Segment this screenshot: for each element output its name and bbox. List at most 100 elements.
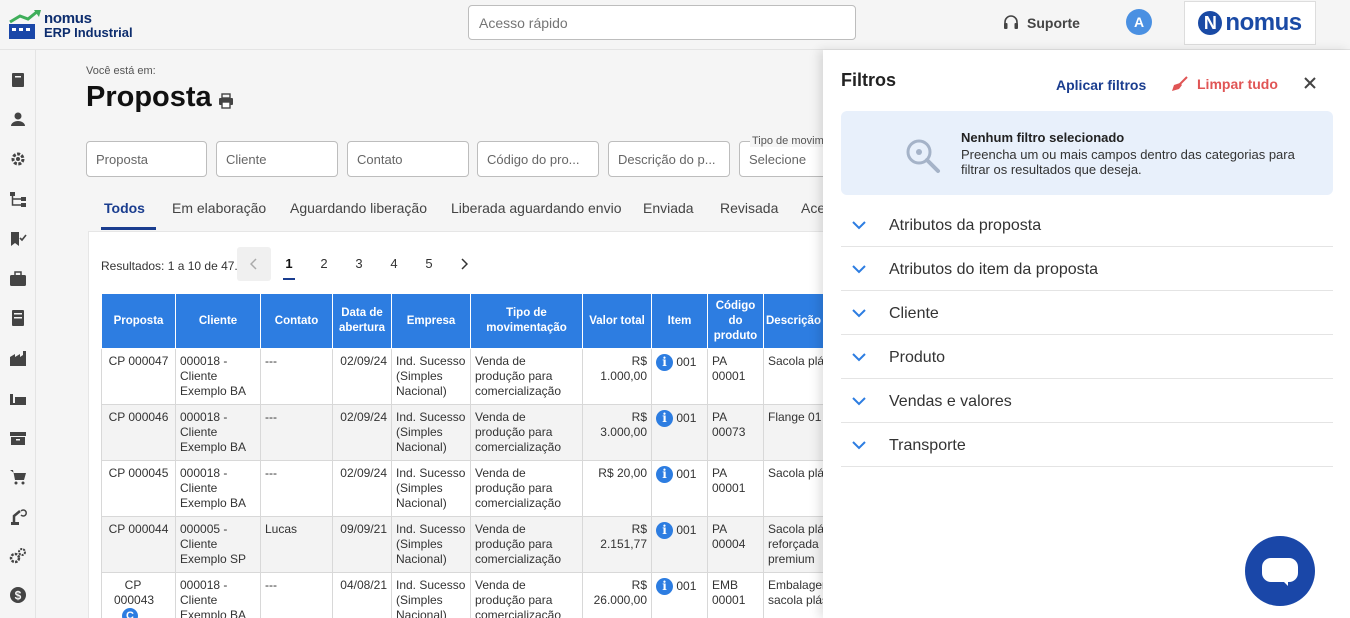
map-check-icon[interactable]	[9, 230, 27, 248]
cell-contato: ---	[260, 348, 333, 405]
main-content: Você está em: Proposta Proposta Cliente …	[49, 50, 868, 618]
clear-all-button[interactable]: Limpar tudo	[1171, 76, 1278, 92]
page-4-button[interactable]: 4	[377, 247, 411, 281]
col-header-cliente[interactable]: Cliente	[175, 293, 261, 349]
cell-contato: ---	[260, 572, 333, 618]
tab-aguardando-liberacao[interactable]: Aguardando liberação	[290, 200, 427, 216]
filter-category-atributos-proposta[interactable]: Atributos da proposta	[841, 203, 1333, 247]
cell-proposta[interactable]: CP 000045	[101, 460, 176, 517]
cell-cliente: 000018 - Cliente Exemplo BA	[175, 572, 261, 618]
cell-proposta[interactable]: CP 000047	[101, 348, 176, 405]
briefcase-icon[interactable]	[9, 270, 27, 288]
tab-enviada[interactable]: Enviada	[643, 200, 694, 216]
table-header-row: Proposta Cliente Contato Data de abertur…	[101, 293, 862, 349]
col-header-valor-total[interactable]: Valor total	[582, 293, 652, 349]
page-2-button[interactable]: 2	[307, 247, 341, 281]
cell-item-number: 001	[676, 411, 697, 425]
table-row[interactable]: CP 000046 000018 - Cliente Exemplo BA --…	[101, 404, 862, 461]
quick-access-input[interactable]	[479, 15, 845, 31]
apply-filters-button[interactable]: Aplicar filtros	[1056, 77, 1146, 93]
cell-codigo: PA 00004	[707, 516, 764, 573]
cell-data: 02/09/24	[332, 460, 392, 517]
brand-wordmark: nomus	[1225, 9, 1302, 36]
next-page-button[interactable]	[447, 247, 481, 281]
robot-arm-icon[interactable]	[9, 508, 27, 526]
archive-icon[interactable]	[9, 429, 27, 447]
col-header-empresa[interactable]: Empresa	[391, 293, 471, 349]
tab-em-elaboracao[interactable]: Em elaboração	[172, 200, 266, 216]
tab-aceita[interactable]: Ace	[801, 200, 825, 216]
cell-tipo: Venda de produção para comercialização	[470, 404, 583, 461]
prev-page-button[interactable]	[237, 247, 271, 281]
gears-icon[interactable]	[9, 547, 27, 565]
cell-valor: R$ 1.000,00	[582, 348, 652, 405]
col-header-tipo-movimentacao[interactable]: Tipo de movimentação	[470, 293, 583, 349]
info-icon[interactable]: i	[656, 578, 673, 595]
app-logo[interactable]: nomus ERP Industrial	[8, 6, 148, 44]
descricao-produto-filter-field[interactable]: Descrição do p...	[608, 141, 730, 177]
factory-icon[interactable]	[9, 349, 27, 367]
page-1-button[interactable]: 1	[272, 247, 306, 281]
cell-proposta[interactable]: CP 000044	[101, 516, 176, 573]
cell-item: i 001	[651, 516, 708, 573]
table-row[interactable]: CP 000047 000018 - Cliente Exemplo BA --…	[101, 348, 862, 405]
info-icon[interactable]: i	[656, 522, 673, 539]
document-icon[interactable]	[9, 309, 27, 327]
col-header-item[interactable]: Item	[651, 293, 708, 349]
broom-icon	[1172, 76, 1188, 91]
workflow-icon[interactable]	[9, 190, 27, 208]
tab-revisada[interactable]: Revisada	[720, 200, 778, 216]
codigo-produto-filter-field[interactable]: Código do pro...	[477, 141, 599, 177]
tab-liberada-aguardando-envio[interactable]: Liberada aguardando envio	[451, 200, 621, 216]
col-header-codigo-produto[interactable]: Código do produto	[707, 293, 764, 349]
table-row[interactable]: CP 000044 000005 - Cliente Exemplo SP Lu…	[101, 516, 862, 573]
dollar-icon[interactable]: $	[9, 586, 27, 604]
filters-title: Filtros	[841, 70, 897, 90]
page-3-button[interactable]: 3	[342, 247, 376, 281]
print-icon[interactable]	[218, 93, 234, 109]
cell-tipo: Venda de produção para comercialização	[470, 348, 583, 405]
cell-codigo: PA 00001	[707, 460, 764, 517]
active-tab-indicator	[101, 227, 156, 230]
info-icon[interactable]: i	[656, 410, 673, 427]
cell-contato: ---	[260, 460, 333, 517]
filter-category-atributos-item[interactable]: Atributos do item da proposta	[841, 247, 1333, 291]
gear-icon[interactable]	[9, 150, 27, 168]
filter-category-produto[interactable]: Produto	[841, 335, 1333, 379]
page-5-button[interactable]: 5	[412, 247, 446, 281]
col-header-data-abertura[interactable]: Data de abertura	[332, 293, 392, 349]
cell-empresa: Ind. Sucesso (Simples Nacional)	[391, 348, 471, 405]
table-row[interactable]: CP 000043C 000018 - Cliente Exemplo BA -…	[101, 572, 862, 618]
info-icon[interactable]: i	[656, 466, 673, 483]
chevron-down-icon	[852, 397, 866, 406]
filters-panel: Filtros Aplicar filtros Limpar tudo Nenh…	[823, 50, 1350, 618]
empty-filters-heading: Nenhum filtro selecionado	[961, 130, 1125, 145]
cell-proposta[interactable]: CP 000046	[101, 404, 176, 461]
contato-filter-field[interactable]: Contato	[347, 141, 469, 177]
cart-icon[interactable]	[9, 468, 27, 486]
col-header-contato[interactable]: Contato	[260, 293, 333, 349]
close-icon[interactable]	[1302, 75, 1318, 91]
cliente-filter-field[interactable]: Cliente	[216, 141, 338, 177]
filter-category-vendas-valores[interactable]: Vendas e valores	[841, 379, 1333, 423]
chevron-down-icon	[852, 353, 866, 362]
table-row[interactable]: CP 000045 000018 - Cliente Exemplo BA --…	[101, 460, 862, 517]
support-button[interactable]: Suporte	[1003, 13, 1080, 33]
info-icon[interactable]: i	[656, 354, 673, 371]
proposta-filter-field[interactable]: Proposta	[86, 141, 207, 177]
quick-access-field[interactable]	[468, 5, 856, 40]
forklift-icon[interactable]	[9, 389, 27, 407]
cell-data: 09/09/21	[332, 516, 392, 573]
filter-category-transporte[interactable]: Transporte	[841, 423, 1333, 467]
user-icon[interactable]	[9, 110, 27, 128]
tab-todos[interactable]: Todos	[104, 200, 145, 216]
chat-button[interactable]	[1245, 536, 1315, 606]
page-title: Proposta	[86, 81, 234, 114]
breadcrumb: Você está em:	[86, 65, 156, 77]
col-header-proposta[interactable]: Proposta	[101, 293, 176, 349]
user-avatar[interactable]: A	[1126, 9, 1152, 35]
cell-proposta[interactable]: CP 000043C	[101, 572, 176, 618]
book-icon[interactable]	[9, 71, 27, 89]
filter-category-cliente[interactable]: Cliente	[841, 291, 1333, 335]
cell-empresa: Ind. Sucesso (Simples Nacional)	[391, 516, 471, 573]
